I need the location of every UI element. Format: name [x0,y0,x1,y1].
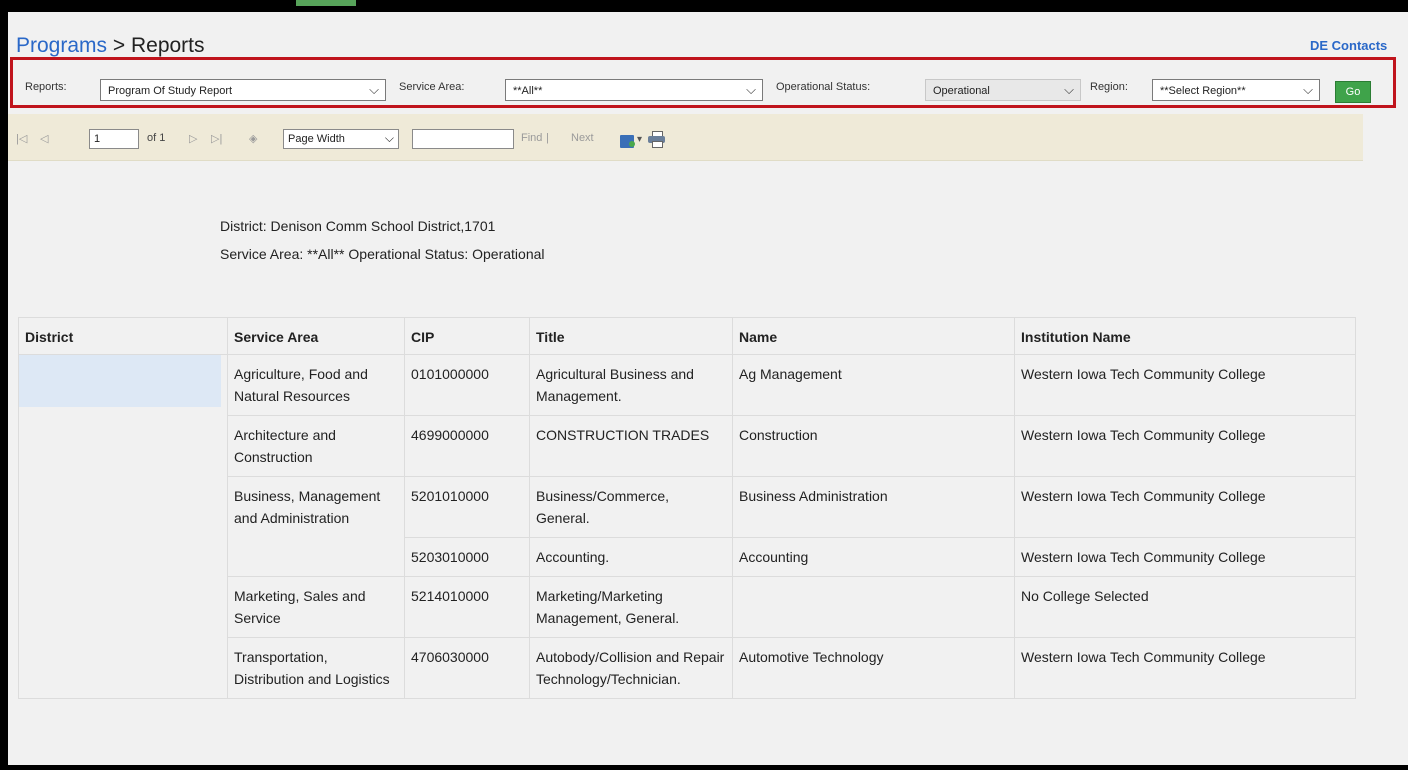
breadcrumb-programs-link[interactable]: Programs [16,34,107,57]
last-page-icon[interactable]: ▷| [211,132,222,145]
service-area-select-value: **All** [513,85,543,97]
service-area-cell: Transportation, Distribution and Logisti… [227,637,405,699]
program-of-study-table: District Service Area CIP Title Name Ins… [18,317,1356,699]
cip-cell: 5214010000 [404,576,530,638]
title-cell: Autobody/Collision and Repair Technology… [529,637,733,699]
cip-cell: 5203010000 [404,537,530,577]
page-count: of 1 [147,132,166,144]
refresh-icon[interactable]: ◈ [249,132,257,145]
district-cell-highlight [19,355,221,407]
breadcrumb-current: Reports [130,34,205,57]
service-area-cell: Agriculture, Food and Natural Resources [227,354,405,416]
find-separator: | [546,132,549,144]
report-district-line: District: Denison Comm School District,1… [220,218,496,234]
title-cell: Business/Commerce, General. [529,476,733,538]
name-cell: Automotive Technology [732,637,1015,699]
window-top-border [0,0,1408,12]
title-cell: Agricultural Business and Management. [529,354,733,416]
name-cell: Accounting [732,537,1015,577]
cip-cell: 5201010000 [404,476,530,538]
chevron-down-icon: ⌵ [384,131,394,145]
find-text-input[interactable] [412,129,514,149]
column-header-service-area: Service Area [227,317,405,355]
chevron-down-icon: ⌵ [369,82,379,97]
column-header-cip: CIP [404,317,530,355]
region-select-value: **Select Region** [1160,85,1246,97]
title-cell: Marketing/Marketing Management, General. [529,576,733,638]
zoom-select-value: Page Width [288,133,345,145]
previous-page-icon[interactable]: ◁ [40,132,48,145]
name-cell: Business Administration [732,476,1015,538]
next-page-icon[interactable]: ▷ [189,132,197,145]
find-link[interactable]: Find [521,132,542,144]
district-cell [18,354,228,699]
region-select[interactable]: **Select Region** ⌵ [1152,79,1320,101]
operational-status-label: Operational Status: [776,81,871,93]
cip-cell: 4706030000 [404,637,530,699]
table-header-row: District Service Area CIP Title Name Ins… [18,317,1356,355]
name-cell [732,576,1015,638]
title-cell: Accounting. [529,537,733,577]
institution-cell: Western Iowa Tech Community College [1014,537,1356,577]
institution-cell: Western Iowa Tech Community College [1014,476,1356,538]
service-area-cell: Architecture and Construction [227,415,405,477]
chevron-down-icon: ⌵ [1064,82,1074,97]
page-number-input[interactable]: 1 [89,129,139,149]
first-page-icon[interactable]: |◁ [16,132,27,145]
title-cell: CONSTRUCTION TRADES [529,415,733,477]
name-cell: Construction [732,415,1015,477]
chevron-down-icon: ⌵ [746,82,756,97]
breadcrumb: Programs > Reports [16,34,205,58]
operational-status-select[interactable]: Operational ⌵ [925,79,1081,101]
go-button[interactable]: Go [1335,81,1371,103]
top-tab-indicator [296,0,356,6]
region-label: Region: [1090,81,1128,93]
chevron-down-icon: ⌵ [1303,82,1313,97]
column-header-title: Title [529,317,733,355]
service-area-select[interactable]: **All** ⌵ [505,79,763,101]
column-header-district: District [18,317,228,355]
service-area-cell: Marketing, Sales and Service [227,576,405,638]
institution-cell: Western Iowa Tech Community College [1014,354,1356,416]
window-left-border [0,0,8,770]
institution-cell: Western Iowa Tech Community College [1014,637,1356,699]
reports-label: Reports: [25,81,67,93]
zoom-select[interactable]: Page Width ⌵ [283,129,399,149]
name-cell: Ag Management [732,354,1015,416]
window-bottom-border [0,765,1408,770]
cip-cell: 0101000000 [404,354,530,416]
caret-down-icon[interactable]: ▾ [637,134,642,145]
reports-select[interactable]: Program Of Study Report ⌵ [100,79,386,101]
breadcrumb-separator: > [107,34,131,57]
export-icon[interactable] [620,135,635,148]
cip-cell: 4699000000 [404,415,530,477]
find-next-link[interactable]: Next [571,132,594,144]
institution-cell: Western Iowa Tech Community College [1014,415,1356,477]
column-header-name: Name [732,317,1015,355]
operational-status-select-value: Operational [933,85,990,97]
report-status-line: Service Area: **All** Operational Status… [220,246,545,262]
de-contacts-link[interactable]: DE Contacts [1310,38,1387,53]
print-icon[interactable] [648,131,665,148]
table-row: Agriculture, Food and Natural Resources … [18,354,1356,699]
service-area-cell: Business, Management and Administration [227,476,405,577]
column-header-institution-name: Institution Name [1014,317,1356,355]
institution-cell: No College Selected [1014,576,1356,638]
service-area-label: Service Area: [399,81,465,93]
reports-select-value: Program Of Study Report [108,85,233,97]
